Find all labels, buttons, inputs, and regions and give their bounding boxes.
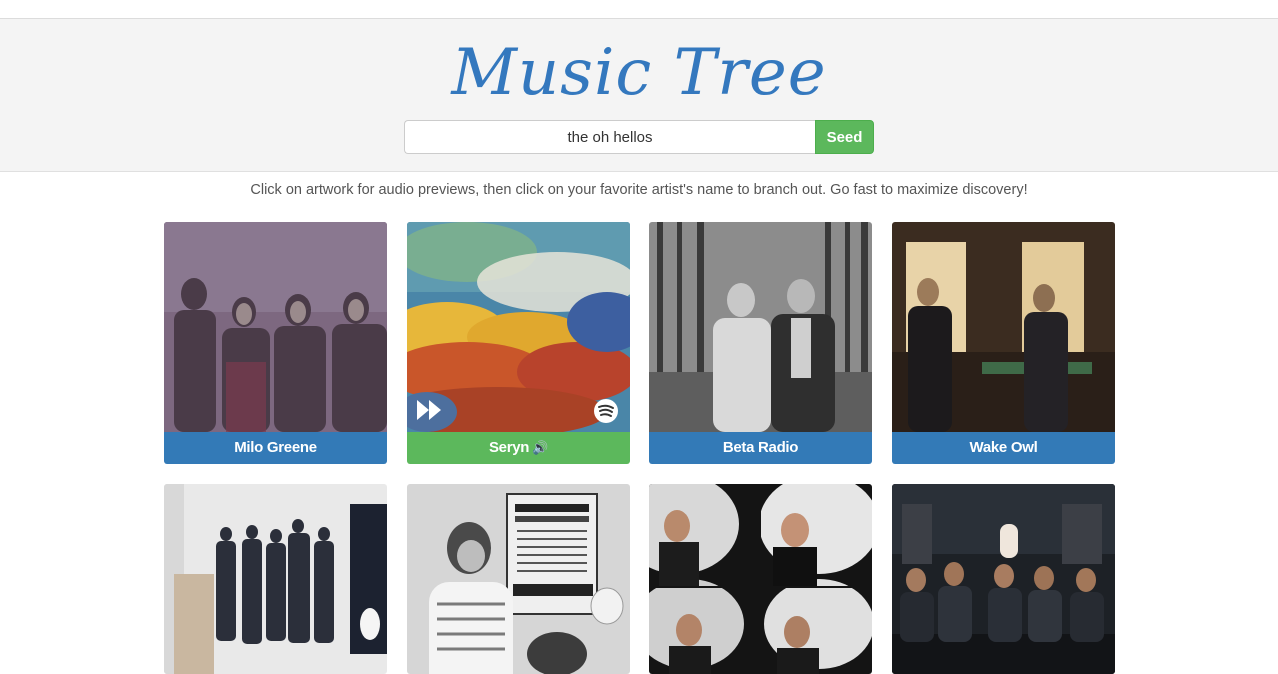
artist-card	[892, 484, 1115, 674]
seed-search-form: Seed	[404, 120, 874, 154]
album-artwork[interactable]	[892, 484, 1115, 674]
artist-card	[407, 484, 630, 674]
album-artwork[interactable]	[164, 484, 387, 674]
artist-card-seryn: Seryn 🔊	[407, 222, 630, 464]
header: Music Tree Seed	[0, 19, 1278, 172]
artist-card-milo-greene: Milo Greene	[164, 222, 387, 464]
app-logo: Music Tree	[451, 36, 827, 110]
artist-card	[164, 484, 387, 674]
artist-name-button[interactable]: Seryn 🔊	[407, 432, 630, 464]
artist-card-beta-radio: Beta Radio	[649, 222, 872, 464]
artist-card-wake-owl: Wake Owl	[892, 222, 1115, 464]
seed-button[interactable]: Seed	[815, 120, 874, 154]
artist-name-button[interactable]: Milo Greene	[164, 432, 387, 464]
album-artwork[interactable]	[164, 222, 387, 432]
album-artwork[interactable]	[649, 484, 872, 674]
album-artwork[interactable]	[407, 484, 630, 674]
instructions-text: Click on artwork for audio previews, the…	[250, 182, 1028, 198]
artist-search-input[interactable]	[404, 120, 815, 154]
album-artwork[interactable]	[649, 222, 872, 432]
speaker-icon: 🔊	[532, 440, 549, 455]
artist-name: Beta Radio	[722, 439, 799, 456]
top-bar	[0, 0, 1278, 19]
artist-name-button[interactable]: Beta Radio	[649, 432, 872, 464]
album-artwork[interactable]	[407, 222, 630, 432]
album-artwork[interactable]	[892, 222, 1115, 432]
artist-card	[649, 484, 872, 674]
artist-name: Milo Greene	[234, 439, 317, 456]
artist-name: Seryn	[488, 439, 530, 456]
artist-name-button[interactable]: Wake Owl	[892, 432, 1115, 464]
artist-name: Wake Owl	[969, 439, 1038, 456]
